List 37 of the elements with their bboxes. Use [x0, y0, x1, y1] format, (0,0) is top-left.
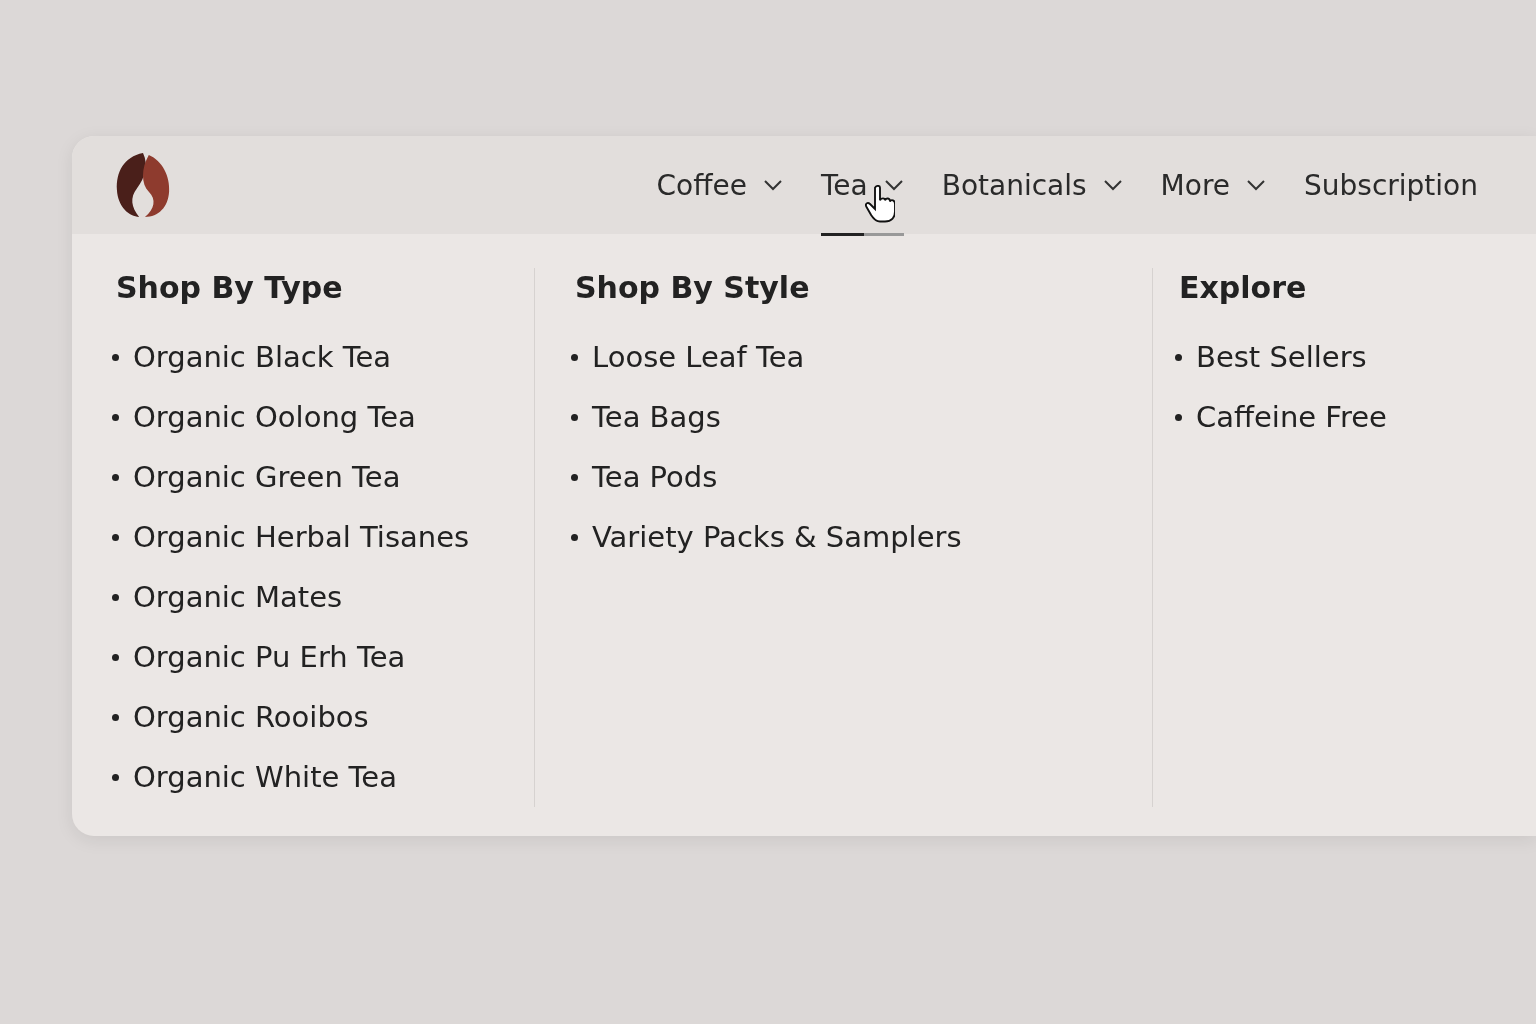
bullet-icon	[112, 533, 119, 541]
bullet-icon	[112, 413, 119, 421]
menu-link[interactable]: Organic Pu Erh Tea	[133, 640, 406, 674]
bullet-icon	[112, 473, 119, 481]
menu-link[interactable]: Organic Herbal Tisanes	[133, 520, 470, 554]
menu-link[interactable]: Loose Leaf Tea	[592, 340, 805, 374]
menu-link[interactable]: Organic Mates	[133, 580, 343, 614]
column-heading: Shop By Style	[575, 270, 811, 305]
nav-link[interactable]: Botanicals	[941, 160, 1123, 210]
nav-link[interactable]: Coffee	[656, 160, 783, 210]
nav-link[interactable]: More	[1160, 160, 1266, 210]
bullet-icon	[571, 413, 578, 421]
menu-link[interactable]: Variety Packs & Samplers	[592, 520, 962, 554]
menu-link[interactable]: Organic White Tea	[133, 760, 397, 794]
menu-link[interactable]: Organic Oolong Tea	[133, 400, 416, 434]
bullet-icon	[112, 653, 119, 661]
bullet-icon	[571, 353, 578, 361]
menu-link[interactable]: Best Sellers	[1196, 340, 1367, 374]
bullet-icon	[571, 473, 578, 481]
bullet-icon	[571, 533, 578, 541]
column-heading: Shop By Type	[116, 270, 344, 305]
logo-icon	[114, 151, 172, 219]
menu-link[interactable]: Organic Rooibos	[133, 700, 369, 734]
bullet-icon	[1175, 353, 1182, 361]
menu-link[interactable]: Tea Pods	[592, 460, 718, 494]
bullet-icon	[112, 773, 119, 781]
hand-cursor-icon	[864, 184, 895, 223]
menu-link[interactable]: Caffeine Free	[1196, 400, 1387, 434]
column-heading: Explore	[1179, 270, 1308, 305]
menu-link[interactable]: Organic Green Tea	[133, 460, 401, 494]
bullet-icon	[112, 353, 119, 361]
menu-link[interactable]: Organic Black Tea	[133, 340, 392, 374]
menu-link[interactable]: Tea Bags	[592, 400, 721, 434]
bullet-icon	[112, 593, 119, 601]
nav-link[interactable]: Subscription	[1304, 160, 1478, 210]
bullet-icon	[1175, 413, 1182, 421]
bullet-icon	[112, 713, 119, 721]
